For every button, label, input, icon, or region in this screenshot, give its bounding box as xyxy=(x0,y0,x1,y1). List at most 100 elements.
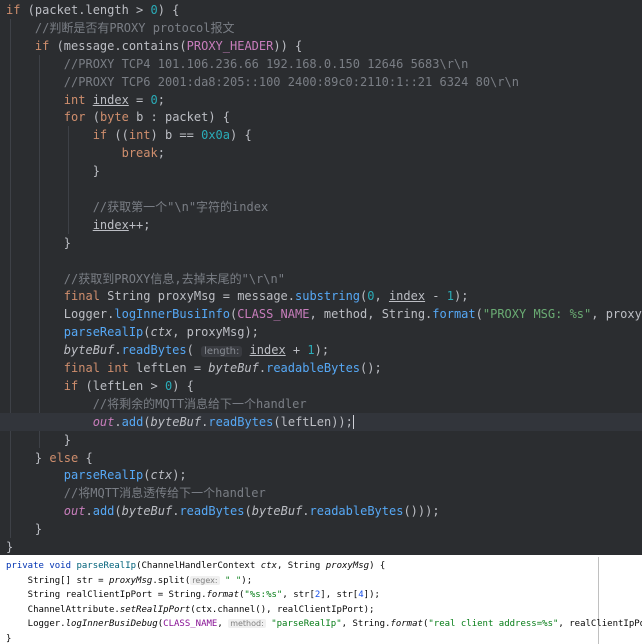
code-line[interactable]: final String proxyMsg = message.substrin… xyxy=(0,287,642,305)
code-token: out xyxy=(63,504,86,519)
code-line[interactable] xyxy=(0,180,642,198)
code-line[interactable]: for (byte b : packet) { xyxy=(0,108,642,126)
code-token: proxyMsg xyxy=(325,561,370,571)
code-token: ], str[ xyxy=(320,590,359,601)
code-token: ( xyxy=(186,343,202,358)
code-token: break xyxy=(6,146,158,161)
code-token: 0 xyxy=(150,3,158,17)
code-token: final xyxy=(6,289,108,304)
code-line[interactable] xyxy=(0,252,642,270)
code-line[interactable]: private void parseRealIp(ChannelHandlerC… xyxy=(0,559,642,573)
code-line[interactable]: } xyxy=(0,538,642,555)
code-line[interactable]: final int leftLen = byteBuf.readableByte… xyxy=(0,359,642,377)
code-token: PROXY_HEADER xyxy=(186,38,274,53)
code-token: readableBytes xyxy=(266,361,361,375)
code-editor-dark[interactable]: if (packet.length > 0) { //判断是否有PROXY pr… xyxy=(0,0,642,555)
code-token: . xyxy=(114,414,122,429)
code-token: Logger. xyxy=(6,619,66,630)
code-token: byteBuf xyxy=(208,361,259,375)
code-token: //PROXY TCP6 2001:da8:205::100 2400:89c0… xyxy=(6,74,519,89)
code-token: , xyxy=(217,619,229,630)
code-line[interactable]: String[] str = proxyMsg.split(regex: " "… xyxy=(0,574,642,588)
code-line[interactable]: } else { xyxy=(0,449,642,467)
code-token: substring xyxy=(295,289,361,304)
code-line[interactable]: if (packet.length > 0) { xyxy=(0,1,642,19)
code-token: , method, String. xyxy=(309,307,433,322)
code-token: private void xyxy=(6,561,77,571)
code-token: ( xyxy=(143,414,151,429)
code-line[interactable]: byteBuf.readBytes( length: index + 1); xyxy=(0,341,642,359)
code-line[interactable]: } xyxy=(0,632,642,644)
code-token: ++; xyxy=(128,217,151,232)
code-line[interactable]: break; xyxy=(0,144,642,162)
code-line[interactable]: //PROXY TCP4 101.106.236.66 192.168.0.15… xyxy=(0,55,642,73)
code-token: byteBuf xyxy=(150,414,202,429)
code-line[interactable]: } xyxy=(0,162,642,180)
code-line[interactable]: if (leftLen > 0) { xyxy=(0,377,642,395)
code-line[interactable]: String realClientIpPort = String.format(… xyxy=(0,588,642,602)
code-line[interactable]: Logger.logInnerBusiInfo (CLASS_NAME, meth… xyxy=(0,305,642,323)
code-token: , xyxy=(374,289,389,304)
code-line[interactable]: parseRealIp(ctx); xyxy=(0,466,642,484)
code-token: ( xyxy=(85,110,100,125)
code-token: logInnerBusiDebug xyxy=(65,619,158,630)
code-token: parseRealIp xyxy=(63,325,144,340)
code-token: proxyMsg xyxy=(108,575,153,586)
code-line[interactable]: Logger.logInnerBusiDebug(CLASS_NAME, met… xyxy=(0,617,642,631)
code-token: (leftLen > xyxy=(78,378,165,393)
code-token: format xyxy=(206,590,239,601)
code-token: "%s:%s" xyxy=(244,590,283,601)
code-token: ) b == xyxy=(150,128,202,143)
code-line[interactable]: //获取到PROXY信息,去掉末尾的"\r\n" xyxy=(0,270,642,288)
code-token: Logger. xyxy=(6,307,115,322)
code-token: 0 xyxy=(150,92,158,107)
code-token: final int xyxy=(6,361,137,375)
code-line[interactable]: parseRealIp(ctx, proxyMsg); xyxy=(0,323,642,341)
code-token: 0x0a xyxy=(201,128,231,143)
code-line[interactable]: if (message.contains(PROXY_HEADER)) { xyxy=(0,37,642,55)
code-token: (); xyxy=(360,361,382,375)
code-token: (ctx.channel(), realClientIpPort); xyxy=(190,604,375,615)
code-token: = xyxy=(128,92,151,107)
code-token: )) { xyxy=(273,38,303,53)
code-token: ) { xyxy=(369,561,386,571)
code-line[interactable]: } xyxy=(0,431,642,449)
code-token: (leftLen)); xyxy=(273,414,353,429)
code-token: (packet.length > xyxy=(20,3,151,17)
code-token: parseRealIp xyxy=(63,468,144,483)
code-line[interactable]: int index = 0; xyxy=(0,91,642,109)
code-token: readBytes xyxy=(208,414,274,429)
code-line[interactable]: out.add(byteBuf.readBytes(byteBuf.readab… xyxy=(0,502,642,520)
code-line[interactable]: //将剩余的MQTT消息给下一个handler xyxy=(0,395,642,413)
code-line[interactable]: //获取第一个"\n"字符的index xyxy=(0,198,642,216)
code-token: index xyxy=(249,343,286,358)
code-line[interactable]: } xyxy=(0,520,642,538)
code-token: index xyxy=(388,289,426,304)
code-token: CLASS_NAME xyxy=(237,307,310,322)
code-line[interactable]: //PROXY TCP6 2001:da8:205::100 2400:89c0… xyxy=(0,73,642,91)
code-line[interactable]: } xyxy=(0,234,642,252)
code-line[interactable]: index++; xyxy=(0,216,642,234)
code-line[interactable]: if ((int) b == 0x0a) { xyxy=(0,126,642,144)
code-token: byteBuf xyxy=(251,504,303,519)
code-token: ( xyxy=(475,307,483,322)
code-token: } xyxy=(6,522,43,537)
code-token: } xyxy=(6,634,12,644)
code-line[interactable]: //判断是否有PROXY protocol报文 xyxy=(0,19,642,37)
code-token: //判断是否有PROXY protocol报文 xyxy=(6,20,235,35)
code-editor-light[interactable]: private void parseRealIp(ChannelHandlerC… xyxy=(0,557,642,644)
parameter-hint: length: xyxy=(201,346,243,358)
code-token: ]); xyxy=(363,590,380,601)
code-token: add xyxy=(121,414,144,429)
code-line[interactable]: //将MQTT消息透传给下一个handler xyxy=(0,484,642,502)
code-token: if xyxy=(6,3,21,17)
code-token: index xyxy=(92,217,129,232)
code-line-current[interactable]: out.add(byteBuf.readBytes(leftLen)); xyxy=(0,412,642,431)
code-token: ); xyxy=(314,343,330,358)
code-token: ())); xyxy=(403,504,440,519)
code-line[interactable]: ChannelAttribute.setRealIpPort(ctx.chann… xyxy=(0,603,642,617)
code-token: . xyxy=(114,343,122,358)
code-token: format xyxy=(432,307,476,322)
